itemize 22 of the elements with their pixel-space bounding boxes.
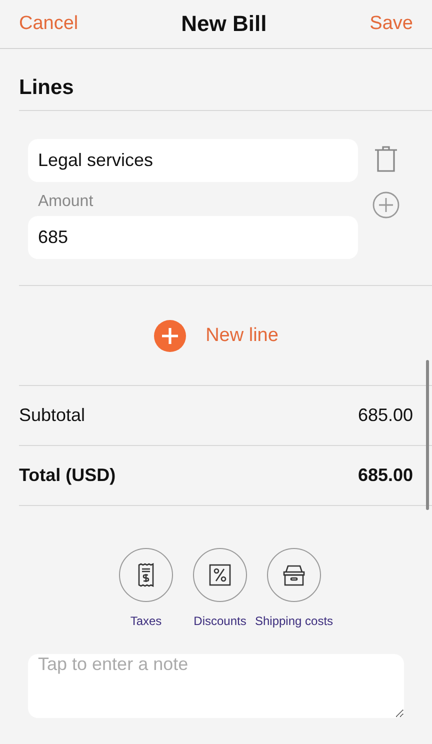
note-field[interactable]: Tap to enter a note <box>28 654 404 718</box>
box-icon <box>282 564 306 586</box>
receipt-icon <box>137 563 155 587</box>
total-label: Subtotal <box>19 405 86 426</box>
action-label[interactable]: Discounts <box>194 614 246 628</box>
action-button[interactable] <box>267 548 321 602</box>
action-label[interactable]: Taxes <box>130 614 162 628</box>
total-value: 685.00 <box>358 465 413 486</box>
plus-circle-icon[interactable] <box>372 191 400 219</box>
action-button[interactable] <box>119 548 173 602</box>
description-field[interactable]: Legal services <box>28 139 358 182</box>
total-value: 685.00 <box>358 405 413 426</box>
action-label[interactable]: Shipping costs <box>254 614 334 628</box>
amount-field[interactable]: 685 <box>28 216 358 259</box>
total-label: Total (USD) <box>19 465 116 486</box>
amount-label: Amount <box>37 192 94 212</box>
section-title: Lines <box>19 74 74 100</box>
trash-icon[interactable] <box>374 145 398 173</box>
percent-icon <box>209 564 231 586</box>
add-icon[interactable] <box>154 320 186 352</box>
screen-title: New Bill <box>181 11 267 37</box>
action-button[interactable] <box>193 548 247 602</box>
